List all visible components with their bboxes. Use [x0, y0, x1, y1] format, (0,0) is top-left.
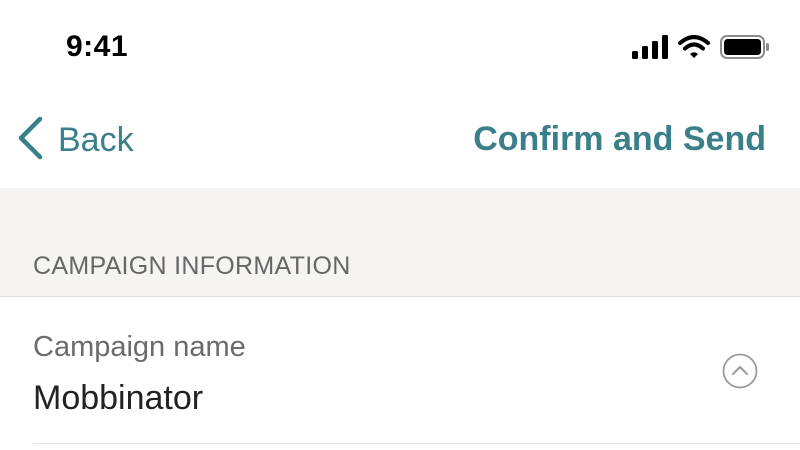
section-title: CAMPAIGN INFORMATION [33, 252, 351, 280]
battery-icon [720, 34, 770, 64]
wifi-icon [678, 34, 710, 64]
field-label: Campaign name [33, 331, 246, 363]
back-button[interactable]: Back [16, 116, 134, 164]
campaign-name-row[interactable]: Campaign name Mobbinator [0, 297, 800, 444]
chevron-left-icon [16, 116, 44, 165]
back-label: Back [58, 120, 134, 159]
content-area: Campaign name Mobbinator [0, 297, 800, 450]
chevron-up-circle-icon[interactable] [722, 353, 758, 389]
field-value: Mobbinator [33, 379, 204, 417]
status-time: 9:41 [66, 30, 129, 63]
status-icons [632, 34, 770, 64]
cellular-signal-icon [632, 34, 668, 64]
row-divider [33, 443, 800, 444]
status-bar: 9:41 [0, 0, 800, 96]
navigation-bar: Back Confirm and Send [0, 96, 800, 188]
section-header: CAMPAIGN INFORMATION [0, 188, 800, 297]
confirm-and-send-button[interactable]: Confirm and Send [473, 120, 766, 159]
